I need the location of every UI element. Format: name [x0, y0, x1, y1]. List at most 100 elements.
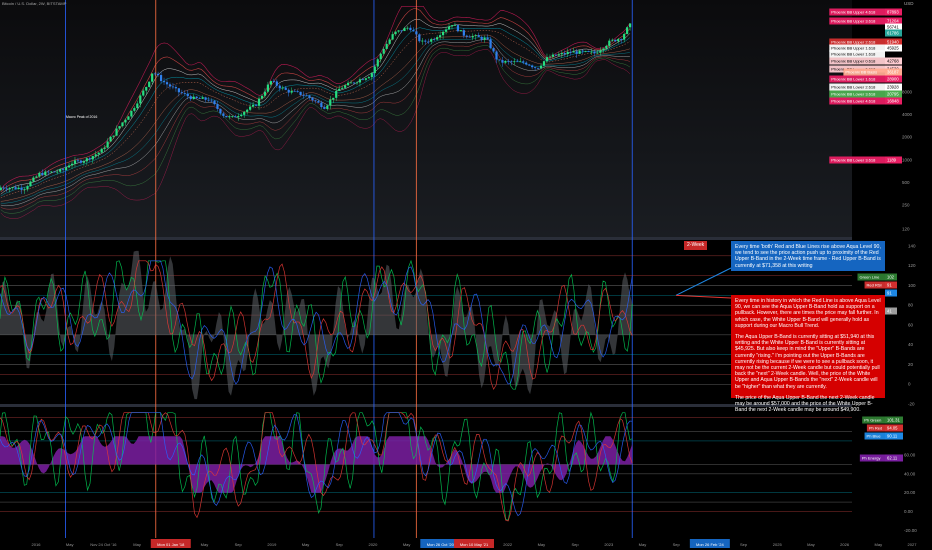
candle-body [516, 61, 519, 63]
time-axis-label: 2026 [840, 542, 850, 547]
candle-body [329, 99, 332, 106]
candle-body [427, 41, 430, 43]
time-axis-label: May [807, 542, 815, 547]
candle-body [269, 81, 273, 85]
candle-body [154, 73, 157, 75]
price-axis-label: 1000 [902, 157, 913, 162]
candle-body [103, 147, 106, 149]
candle-body [358, 79, 362, 83]
time-axis-label: Sep [572, 542, 580, 547]
candle-body [106, 141, 109, 148]
candle-body [394, 31, 397, 35]
time-axis-label: May [302, 542, 310, 547]
candle-body [385, 43, 388, 49]
candle-body [62, 169, 65, 171]
oscillator-axis-label: 20 [908, 362, 914, 367]
candle-body [59, 169, 62, 172]
candle-body [551, 54, 555, 57]
candle-body [157, 73, 160, 76]
candle-body [563, 53, 566, 55]
candle-body [204, 97, 207, 100]
chart: Macro Peak of 2016 USD 8000 4000 2000 1000 50… [0, 0, 932, 550]
phoenix-tag-value: 90.11 [887, 434, 898, 439]
candle-body [519, 61, 522, 63]
candle-body [462, 30, 465, 36]
candle-body [344, 85, 347, 88]
candle-body [388, 39, 391, 44]
candle-body [29, 181, 32, 187]
candle-body [38, 172, 41, 177]
phoenix-axis-label: 60.00 [904, 453, 916, 458]
price-axis-label: 2000 [902, 135, 913, 140]
candle-body [17, 187, 20, 189]
chart-title: Bitcoin / U.S. Dollar, 2W, BITSTAMP [2, 1, 67, 6]
candle-body [376, 59, 379, 67]
candle-body [249, 106, 252, 110]
oscillator-axis-label: 140 [908, 243, 916, 248]
candle-body [323, 107, 326, 109]
candle-body [352, 82, 356, 84]
candle-body [608, 40, 611, 46]
candle-body [142, 90, 145, 96]
candle-body [513, 61, 516, 63]
time-axis-label: Sep [673, 542, 681, 547]
candle-body [225, 115, 228, 118]
candle-body [581, 50, 584, 52]
price-tag-value: 36187 [887, 70, 899, 75]
time-axis-label: Mon 26 Oct '20 [427, 542, 455, 547]
price-tag-label: Phoenix BB Lower 1.618 [831, 52, 876, 57]
price-axis-label: 4000 [902, 112, 913, 117]
time-axis-label: May [201, 542, 209, 547]
annotation-red-p1: Every time in history in which the Red L… [735, 298, 881, 329]
price-tag-label: Phoenix BB Upper 2.618 [831, 40, 876, 45]
candle-body [272, 81, 275, 82]
oscillator-tag-label: Red RSI [867, 283, 882, 288]
oscillator-axis-label: 60 [908, 322, 914, 327]
candle-body [412, 30, 415, 32]
annotation-red: Every time in history in which the Red L… [731, 295, 885, 413]
candle-body [459, 30, 462, 32]
candle-body [136, 103, 139, 109]
price-tag-value: 1189 [887, 158, 897, 163]
candle-body [210, 100, 213, 102]
candle-body [439, 35, 442, 38]
candle-body [82, 161, 85, 163]
candle-body [430, 39, 433, 42]
candle-body [168, 84, 172, 87]
candle-body [257, 98, 261, 106]
candle-body [620, 39, 623, 40]
candle-body [47, 171, 50, 173]
candle-body [507, 60, 510, 62]
candle-body [495, 51, 498, 60]
price-tag-value: 61786 [887, 31, 899, 36]
time-axis-label: 2027 [908, 542, 918, 547]
candle-body [118, 126, 121, 129]
candle-body [578, 50, 581, 54]
candle-body [611, 39, 614, 41]
candle-body [299, 91, 302, 96]
candle-body [400, 30, 403, 32]
phoenix-tag-label: Ph Red [869, 426, 882, 431]
candle-body [569, 51, 572, 53]
candle-body [234, 116, 237, 118]
candle-body [397, 30, 400, 32]
candle-body [349, 82, 353, 84]
price-tag-label: Phoenix BB Lower 1.618 [831, 77, 876, 82]
candle-body [70, 163, 74, 166]
time-axis-label: 2016 [32, 542, 42, 547]
candle-body [263, 91, 267, 96]
time-axis-label: 2025 [773, 542, 783, 547]
candle-body [528, 64, 531, 66]
candle-body [159, 75, 163, 82]
candle-body [453, 25, 457, 26]
candle-body [332, 97, 335, 100]
phoenix-tag-label: Ph Green [864, 418, 881, 423]
candle-body [97, 152, 100, 155]
candle-body [539, 65, 543, 69]
candle-body [109, 136, 112, 142]
candle-body [130, 110, 133, 117]
candle-body [346, 82, 350, 86]
time-axis-label: Mon 01 Jan '18 [157, 542, 185, 547]
time-axis-label: May [538, 542, 546, 547]
phoenix-tag-label: Ph Energy [862, 456, 881, 461]
